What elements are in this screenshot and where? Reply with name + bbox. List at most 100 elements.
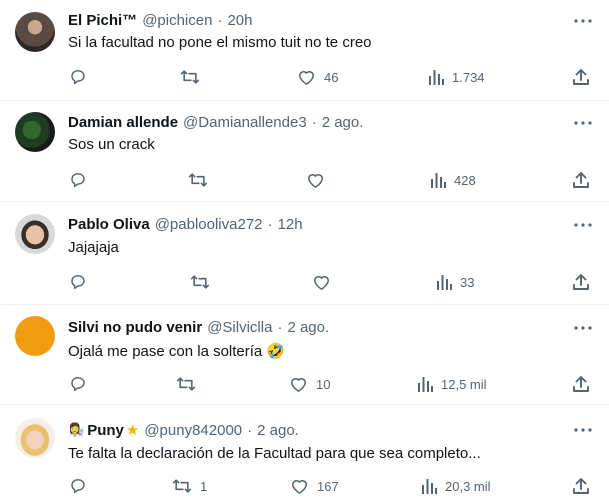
more-options-icon[interactable]: [573, 420, 593, 440]
more-options-icon[interactable]: [573, 11, 593, 31]
retweet-icon: [180, 68, 200, 86]
timestamp[interactable]: 12h: [278, 216, 303, 233]
views-button[interactable]: 20,3 mil: [421, 476, 491, 496]
views-button[interactable]: 1.734: [428, 67, 485, 87]
display-name[interactable]: Pablo Oliva: [68, 216, 150, 233]
views-button[interactable]: 428: [430, 170, 476, 190]
heart-icon: [289, 375, 308, 393]
timestamp[interactable]: 20h: [227, 12, 252, 29]
views-count: 12,5 mil: [441, 376, 487, 392]
reply-text: Sos un crack: [68, 136, 155, 153]
share-icon: [572, 171, 590, 189]
separator-dot: ·: [247, 421, 253, 439]
like-button[interactable]: 10: [289, 374, 330, 394]
avatar[interactable]: [15, 214, 55, 254]
views-count: 428: [454, 172, 476, 188]
more-options-icon[interactable]: [573, 215, 593, 235]
reply-button[interactable]: [69, 67, 95, 87]
retweet-button[interactable]: [188, 170, 216, 190]
separator-dot: ·: [267, 215, 273, 233]
reply-item[interactable]: 👩‍🔬 Puny ★ @puny842000 · 2 ago. Te falta…: [0, 405, 609, 501]
share-button[interactable]: [572, 272, 590, 292]
views-button[interactable]: 33: [436, 272, 474, 292]
user-handle[interactable]: @pichicen: [142, 12, 212, 29]
analytics-icon: [428, 68, 444, 86]
reply-header: Damian allende @Damianallende3 · 2 ago.: [68, 112, 363, 132]
reply-icon: [69, 273, 87, 291]
like-count: 167: [317, 478, 339, 494]
timestamp[interactable]: 2 ago.: [322, 114, 364, 131]
reply-text: Te falta la declaración de la Facultad p…: [68, 445, 481, 462]
share-icon: [572, 273, 590, 291]
share-button[interactable]: [572, 67, 590, 87]
reply-item[interactable]: Pablo Oliva @pablooliva272 · 12h Jajajaj…: [0, 202, 609, 304]
share-icon: [572, 375, 590, 393]
share-button[interactable]: [572, 476, 590, 496]
retweet-button[interactable]: [176, 374, 204, 394]
separator-dot: ·: [277, 318, 283, 336]
timestamp[interactable]: 2 ago.: [257, 422, 299, 439]
avatar[interactable]: [15, 316, 55, 356]
retweet-icon: [188, 171, 208, 189]
reply-icon: [69, 68, 87, 86]
reply-button[interactable]: [69, 272, 95, 292]
like-button[interactable]: [312, 272, 339, 292]
avatar[interactable]: [15, 12, 55, 52]
user-handle[interactable]: @Damianallende3: [183, 114, 307, 131]
display-name[interactable]: Damian allende: [68, 114, 178, 131]
analytics-icon: [417, 375, 433, 393]
like-button[interactable]: 46: [297, 67, 338, 87]
reply-header: 👩‍🔬 Puny ★ @puny842000 · 2 ago.: [68, 420, 299, 440]
retweet-icon: [172, 477, 192, 495]
reply-header: Silvi no pudo venir @Silviclla · 2 ago.: [68, 317, 329, 337]
avatar[interactable]: [15, 112, 55, 152]
reply-button[interactable]: [69, 374, 95, 394]
analytics-icon: [436, 273, 452, 291]
more-options-icon[interactable]: [573, 113, 593, 133]
share-icon: [572, 68, 590, 86]
reply-text: Jajajaja: [68, 239, 119, 256]
reply-button[interactable]: [69, 476, 95, 496]
views-count: 33: [460, 274, 475, 290]
reply-header: Pablo Oliva @pablooliva272 · 12h: [68, 214, 303, 234]
heart-icon: [290, 477, 309, 495]
views-count: 1.734: [452, 69, 485, 85]
more-options-icon[interactable]: [573, 318, 593, 338]
separator-dot: ·: [311, 113, 317, 131]
display-name[interactable]: El Pichi™: [68, 12, 137, 29]
retweet-button[interactable]: [180, 67, 208, 87]
reply-item[interactable]: Damian allende @Damianallende3 · 2 ago. …: [0, 101, 609, 200]
reply-icon: [69, 477, 87, 495]
heart-icon: [297, 68, 316, 86]
scientist-emoji-icon: 👩‍🔬: [68, 422, 85, 437]
reply-header: El Pichi™ @pichicen · 20h: [68, 10, 252, 30]
display-name[interactable]: Silvi no pudo venir: [68, 319, 202, 336]
replies-feed: El Pichi™ @pichicen · 20h Si la facultad…: [0, 0, 609, 501]
reply-button[interactable]: [69, 170, 95, 190]
heart-icon: [312, 273, 331, 291]
like-count: 46: [324, 69, 339, 85]
reply-item[interactable]: Silvi no pudo venir @Silviclla · 2 ago. …: [0, 305, 609, 404]
timestamp[interactable]: 2 ago.: [287, 319, 329, 336]
star-badge-icon: ★: [125, 422, 140, 439]
user-handle[interactable]: @pablooliva272: [155, 216, 263, 233]
retweet-count: 1: [200, 478, 208, 494]
share-button[interactable]: [572, 374, 590, 394]
views-count: 20,3 mil: [445, 478, 491, 494]
retweet-button[interactable]: 1: [172, 476, 207, 496]
reply-item[interactable]: El Pichi™ @pichicen · 20h Si la facultad…: [0, 0, 609, 100]
avatar[interactable]: [15, 418, 55, 458]
display-name[interactable]: Puny: [87, 422, 124, 439]
like-button[interactable]: 167: [290, 476, 339, 496]
share-button[interactable]: [572, 170, 590, 190]
analytics-icon: [430, 171, 446, 189]
user-handle[interactable]: @puny842000: [144, 422, 242, 439]
reply-text: Si la facultad no pone el mismo tuit no …: [68, 34, 372, 51]
views-button[interactable]: 12,5 mil: [417, 374, 487, 394]
analytics-icon: [421, 477, 437, 495]
reply-text: Ojalá me pase con la soltería 🤣: [68, 343, 286, 360]
user-handle[interactable]: @Silviclla: [207, 319, 272, 336]
retweet-button[interactable]: [190, 272, 218, 292]
like-count: 10: [316, 376, 331, 392]
like-button[interactable]: [306, 170, 333, 190]
